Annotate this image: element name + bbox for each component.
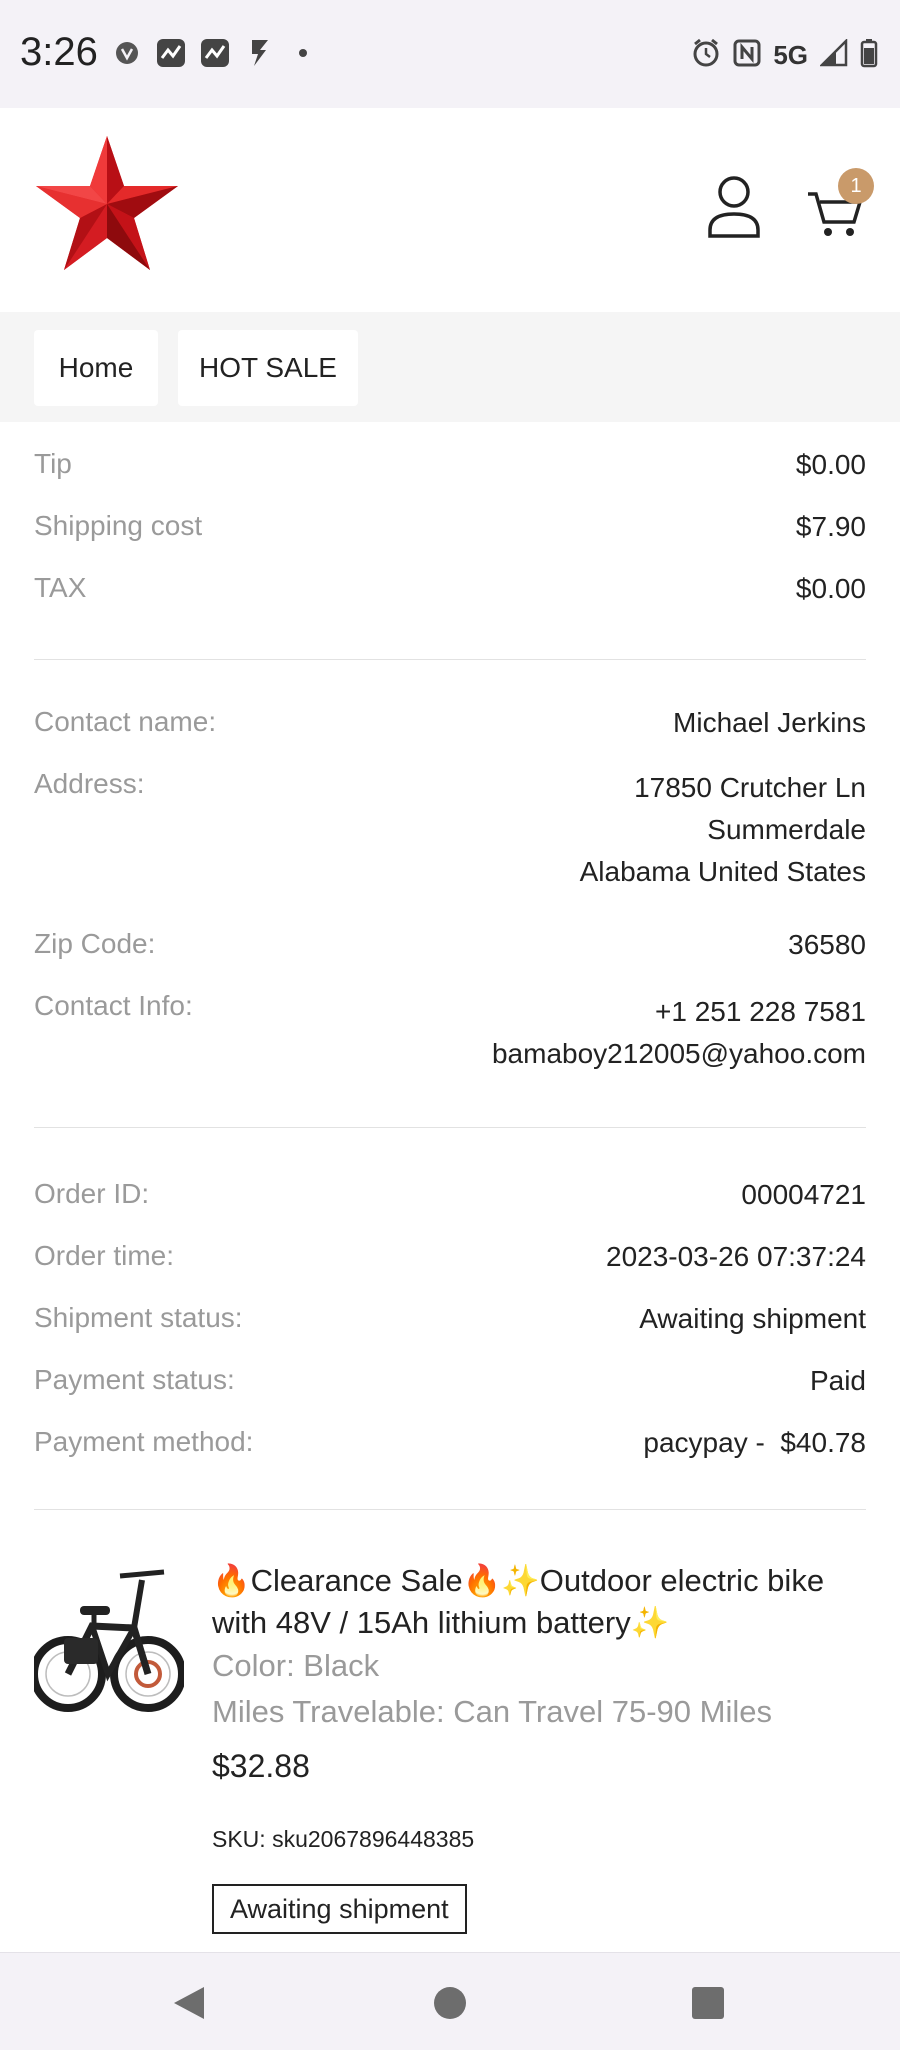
- status-time: 3:26: [20, 30, 98, 74]
- tax-label: TAX: [34, 572, 87, 603]
- stocks-icon: [200, 38, 230, 68]
- divider: [34, 659, 866, 660]
- contact-name-label: Contact name:: [34, 706, 217, 737]
- shipping-value: $7.90: [795, 511, 866, 542]
- system-nav-bar: [0, 1952, 900, 2050]
- contact-phone: +1 251 228 7581: [655, 996, 866, 1027]
- address-line2: Summerdale: [707, 814, 866, 845]
- system-icons: 5G: [691, 37, 878, 73]
- recent-apps-icon[interactable]: [692, 1987, 724, 2019]
- product-image[interactable]: [30, 1556, 186, 1736]
- red-star-icon[interactable]: [34, 134, 180, 276]
- order-id-value: 00004721: [741, 1179, 866, 1210]
- contact-email: bamaboy212005@yahoo.com: [491, 1038, 866, 1069]
- product-miles: Miles Travelable: Can Travel 75-90 Miles: [212, 1694, 772, 1729]
- divider: [34, 1127, 866, 1128]
- cart-count-badge: 1: [838, 168, 874, 204]
- payment-method-value: pacypay - $40.78: [643, 1427, 866, 1458]
- battery-icon: [860, 38, 878, 73]
- category-nav: Home HOT SALE: [0, 312, 900, 422]
- order-time-value: 2023-03-26 07:37:24: [606, 1241, 866, 1272]
- product-title[interactable]: 🔥Clearance Sale🔥✨Outdoor electric bike w…: [212, 1560, 872, 1644]
- payment-status-value: Paid: [809, 1365, 866, 1396]
- shipment-status-label: Shipment status:: [34, 1302, 243, 1333]
- notification-icons: [112, 38, 318, 68]
- zip-value: 36580: [788, 929, 866, 960]
- app-icon: [112, 38, 142, 68]
- shipping-label: Shipping cost: [34, 510, 203, 541]
- tip-value: $0.00: [795, 449, 866, 480]
- payment-status-label: Payment status:: [34, 1364, 235, 1395]
- dot-icon: [288, 38, 318, 68]
- signal-icon: [818, 37, 848, 72]
- shipment-status-value: Awaiting shipment: [639, 1303, 866, 1334]
- stocks-icon: [156, 38, 186, 68]
- product-status-badge: Awaiting shipment: [212, 1884, 467, 1934]
- address-line3: Alabama United States: [579, 856, 866, 887]
- zip-label: Zip Code:: [34, 928, 156, 959]
- status-bar: 3:26 5G: [0, 0, 900, 108]
- product-sku: SKU: sku2067896448385: [212, 1826, 475, 1852]
- tip-label: Tip: [34, 448, 72, 479]
- contact-name-value: Michael Jerkins: [673, 707, 866, 738]
- network-type: 5G: [773, 40, 808, 70]
- bolt-icon: [244, 38, 274, 68]
- address-line1: 17850 Crutcher Ln: [634, 772, 866, 803]
- home-icon[interactable]: [434, 1987, 466, 2019]
- alarm-icon: [691, 38, 721, 73]
- account-icon[interactable]: [706, 174, 762, 240]
- divider: [34, 1509, 866, 1510]
- nav-home[interactable]: Home: [34, 330, 158, 406]
- tax-value: $0.00: [795, 573, 866, 604]
- payment-method-label: Payment method:: [34, 1426, 254, 1457]
- site-header: 1: [0, 108, 900, 312]
- back-icon[interactable]: [172, 1985, 206, 2026]
- nfc-icon: [733, 39, 761, 72]
- product-color: Color: Black: [212, 1648, 380, 1683]
- order-time-label: Order time:: [34, 1240, 175, 1271]
- product-price: $32.88: [212, 1748, 310, 1784]
- nav-hot-sale[interactable]: HOT SALE: [178, 330, 358, 406]
- order-id-label: Order ID:: [34, 1178, 150, 1209]
